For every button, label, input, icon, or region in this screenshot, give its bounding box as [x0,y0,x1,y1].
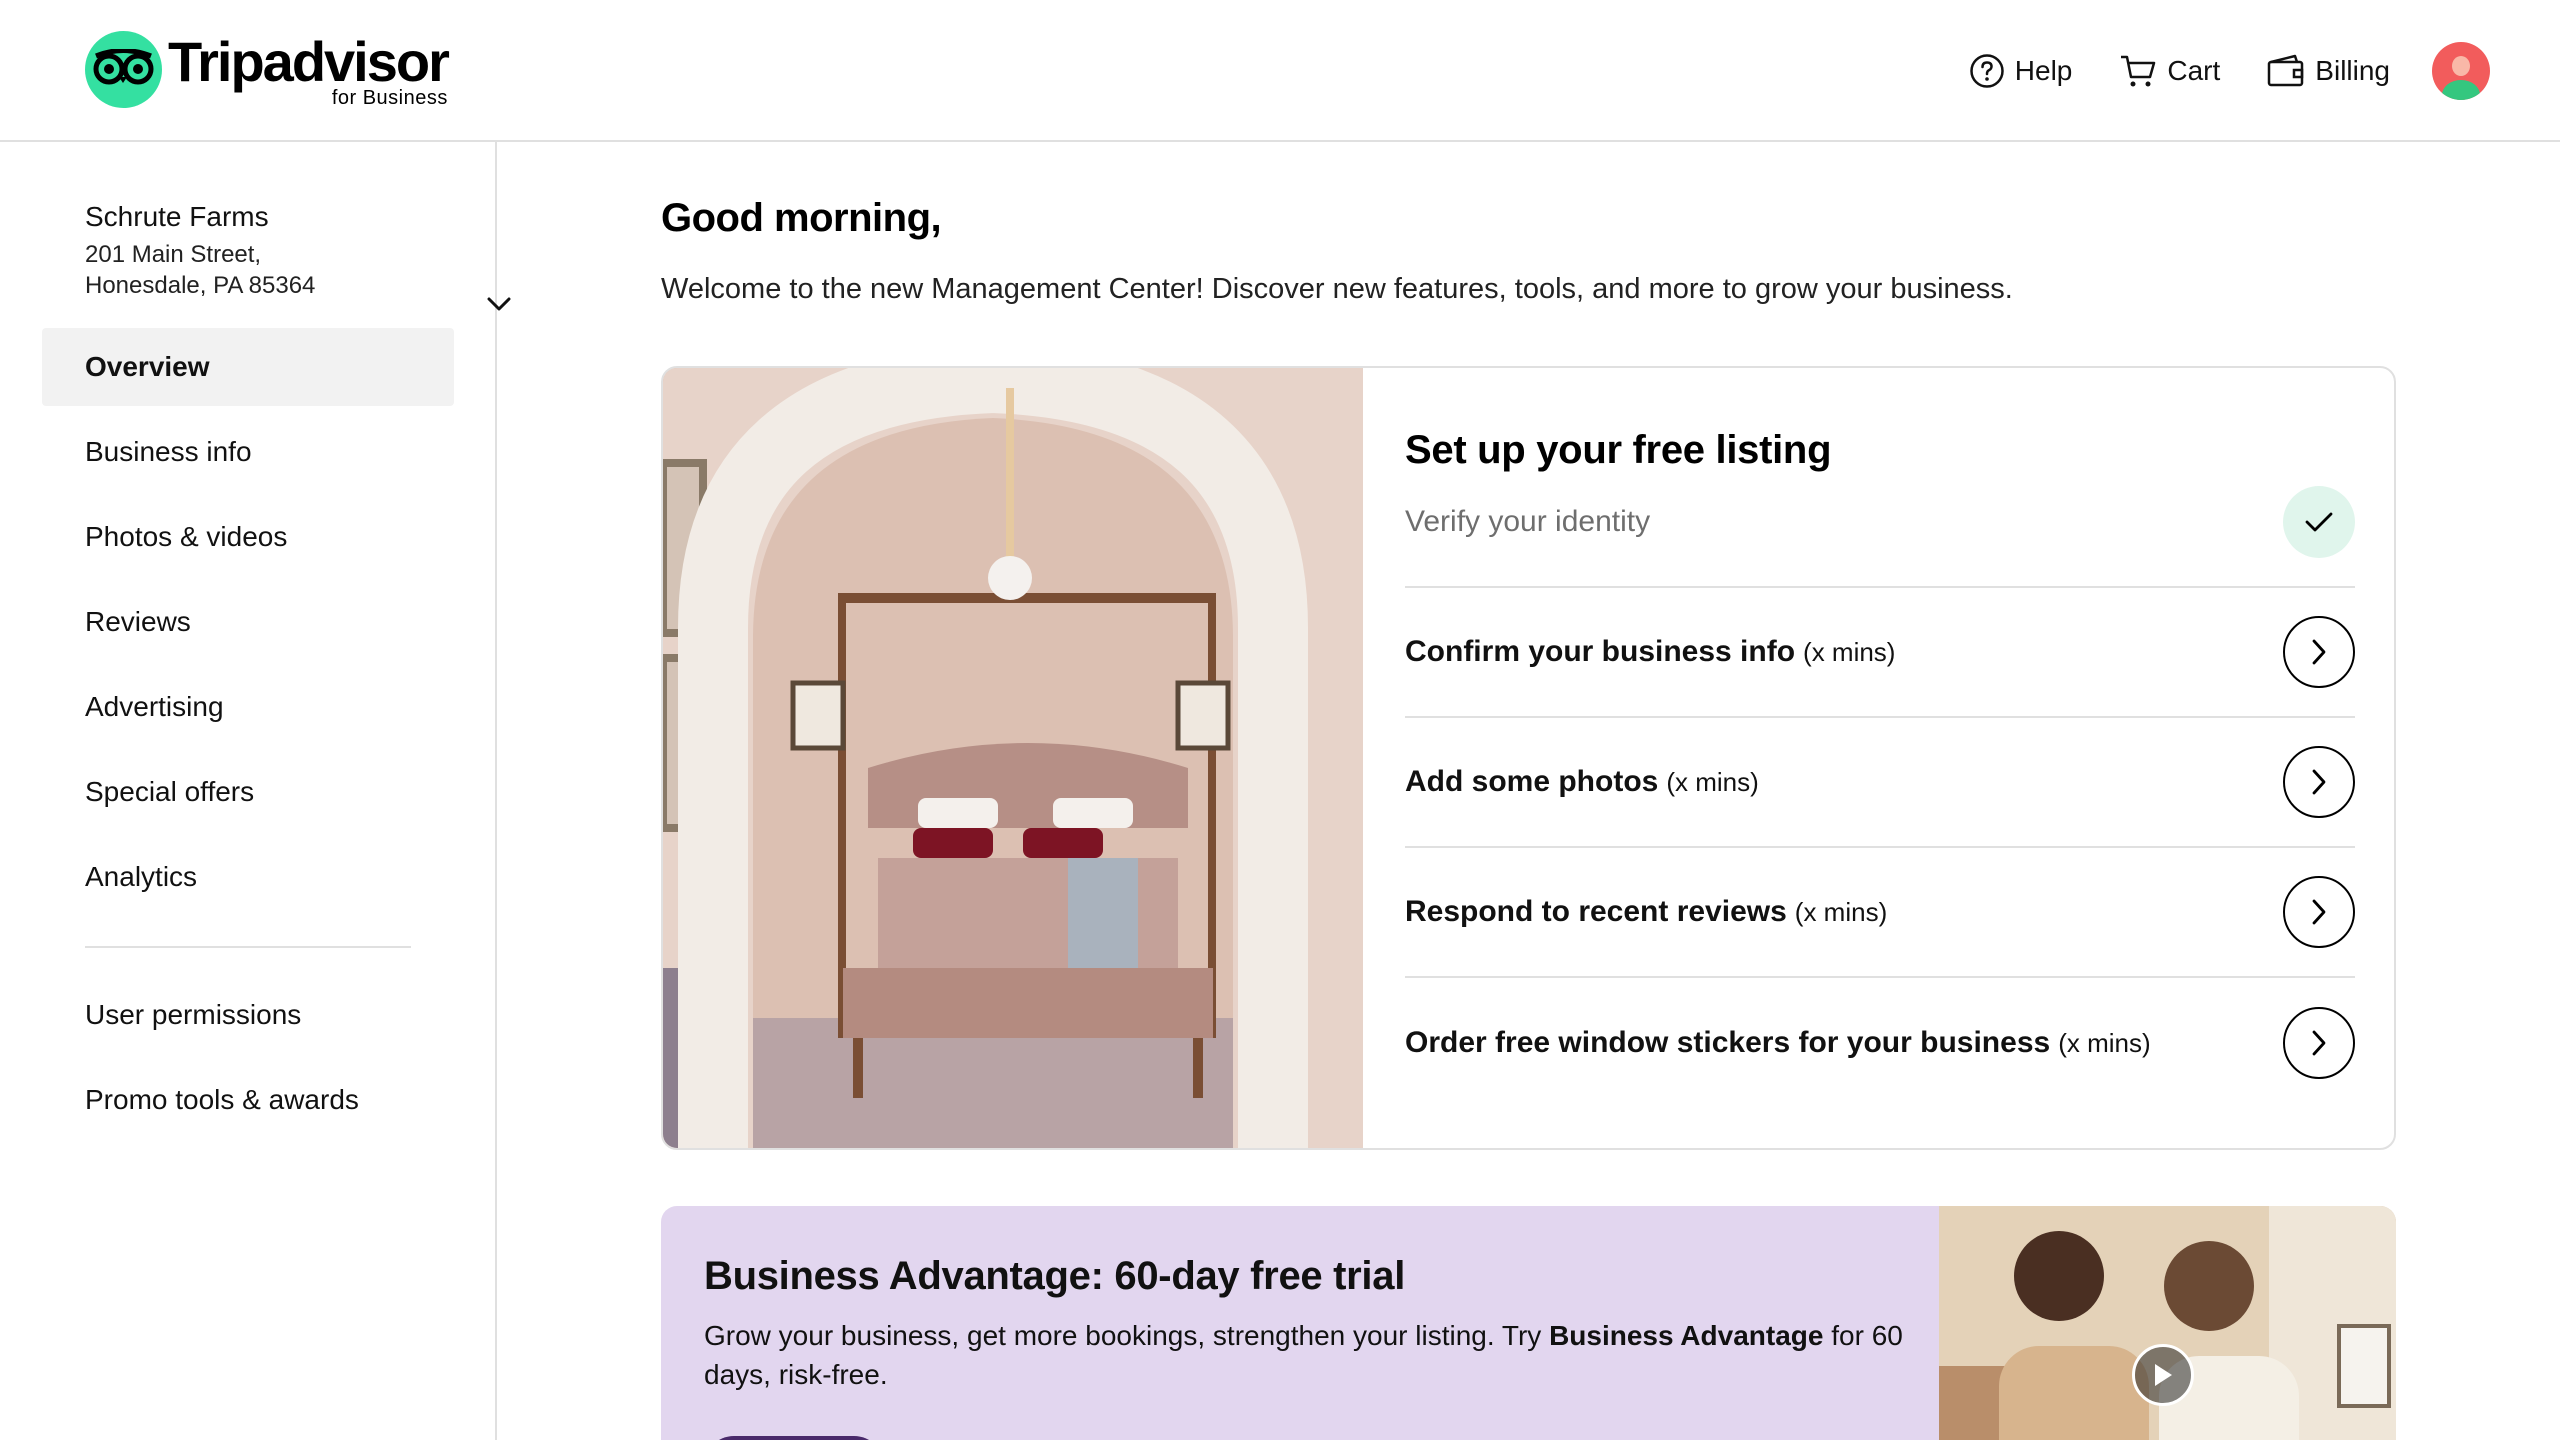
avatar[interactable] [2432,42,2490,100]
task-confirm-business-info[interactable]: Confirm your business info (x mins) [1405,588,2355,718]
sidebar: Schrute Farms 201 Main Street, Honesdale… [0,142,511,1440]
task-duration: (x mins) [1666,767,1759,797]
task-duration: (x mins) [1794,897,1888,927]
sidebar-item-promo-tools-awards[interactable]: Promo tools & awards [42,1061,454,1139]
chevron-right-icon[interactable] [2283,1007,2355,1079]
owl-eyes-icon [85,31,162,108]
listing-setup-card: Set up your free listing Verify your ide… [661,366,2396,1150]
hotel-room-image [663,368,1363,1148]
task-label: Verify your identity [1405,505,1651,538]
business-advantage-banner: Business Advantage: 60-day free trial Gr… [661,1206,2396,1440]
sidebar-item-overview[interactable]: Overview [42,328,454,406]
cart-label: Cart [2167,55,2221,86]
header-nav: Help Cart Billing [1922,42,2490,100]
chevron-right-icon[interactable] [2283,616,2355,688]
wallet-icon [2268,54,2304,87]
welcome-message: Welcome to the new Management Center! Di… [661,273,2013,305]
task-label: Order free window stickers for your busi… [1405,1026,2051,1059]
task-window-stickers[interactable]: Order free window stickers for your busi… [1405,978,2355,1108]
billing-link[interactable]: Billing [2267,42,2390,100]
chevron-down-icon[interactable] [485,295,513,318]
task-verify-identity: Verify your identity [1405,458,2355,588]
task-label: Confirm your business info [1405,635,1796,668]
task-add-photos[interactable]: Add some photos (x mins) [1405,718,2355,848]
sidebar-item-reviews[interactable]: Reviews [42,583,454,661]
address-line-2: Honesdale, PA 85364 [85,272,316,299]
sidebar-item-business-info[interactable]: Business info [42,413,454,491]
sidebar-item-analytics[interactable]: Analytics [42,838,454,916]
address-line-1: 201 Main Street, [85,241,262,268]
task-label: Add some photos [1405,765,1659,798]
task-label: Respond to recent reviews [1405,895,1787,928]
top-header: Tripadvisor for Business Help Cart Billi… [0,0,2560,142]
help-label: Help [2014,55,2073,86]
business-name: Schrute Farms [85,201,269,232]
sidebar-item-user-permissions[interactable]: User permissions [42,976,454,1054]
page-title: Good morning, [661,196,942,240]
business-address: 201 Main Street, Honesdale, PA 85364 [85,239,445,301]
task-duration: (x mins) [1803,637,1896,667]
brand-subtitle: for Business [331,87,448,109]
play-icon[interactable] [2132,1344,2194,1406]
sidebar-divider [85,946,411,948]
sidebar-item-photos-videos[interactable]: Photos & videos [42,498,454,576]
cart-link[interactable]: Cart [2119,42,2220,100]
promo-description: Grow your business, get more bookings, s… [704,1320,1903,1390]
sidebar-item-advertising[interactable]: Advertising [42,668,454,746]
question-circle-icon [1970,54,2004,88]
brand-name: Tripadvisor [168,30,450,93]
billing-label: Billing [2315,55,2390,86]
tripadvisor-logo[interactable]: Tripadvisor for Business [85,30,450,109]
checkmark-icon [2283,486,2355,558]
sidebar-item-special-offers[interactable]: Special offers [42,753,454,831]
promo-title: Business Advantage: 60-day free trial [704,1254,1406,1298]
business-selector[interactable]: Schrute Farms 201 Main Street, Honesdale… [85,199,511,311]
help-link[interactable]: Help [1969,42,2073,100]
task-duration: (x mins) [2058,1028,2151,1058]
promo-video-thumbnail[interactable] [1939,1206,2396,1440]
chevron-right-icon[interactable] [2283,746,2355,818]
promo-product-name: Business Advantage [1549,1320,1824,1351]
sidebar-secondary-nav: User permissions Promo tools & awards [42,976,454,1146]
chevron-right-icon[interactable] [2283,876,2355,948]
task-respond-reviews[interactable]: Respond to recent reviews (x mins) [1405,848,2355,978]
sidebar-nav: Overview Business info Photos & videos R… [42,328,454,923]
promo-cta-button[interactable] [704,1436,884,1440]
shopping-cart-icon [2121,55,2156,87]
